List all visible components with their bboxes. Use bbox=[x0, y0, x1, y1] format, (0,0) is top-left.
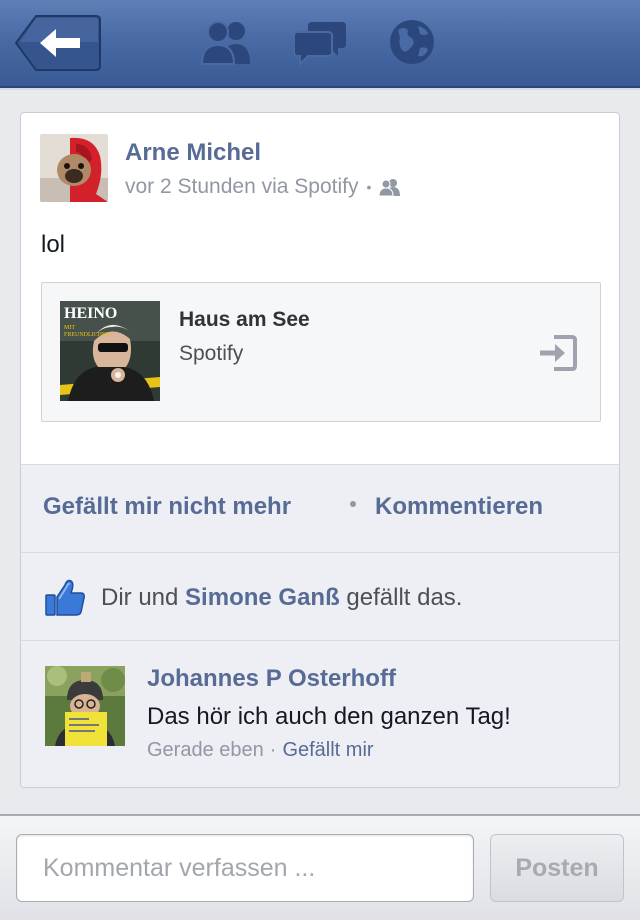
album-art: HEINO MIT FREUNDLICHEN bbox=[60, 301, 160, 401]
comment-like-link[interactable]: Gefällt mir bbox=[282, 739, 373, 761]
likes-text: Dir und Simone Ganß gefällt das. bbox=[101, 584, 462, 612]
attachment-title: Haus am See bbox=[179, 308, 310, 331]
unlike-button[interactable]: Gefällt mir nicht mehr bbox=[43, 493, 291, 521]
action-bar: Gefällt mir nicht mehr Kommentieren bbox=[21, 465, 619, 553]
author-avatar[interactable] bbox=[40, 134, 108, 202]
friends-audience-icon[interactable] bbox=[379, 178, 401, 196]
comment-input[interactable] bbox=[16, 834, 474, 902]
comment-timestamp: Gerade eben bbox=[147, 739, 264, 761]
top-nav-bar bbox=[0, 0, 640, 88]
globe-icon[interactable] bbox=[386, 18, 440, 66]
svg-text:MIT: MIT bbox=[64, 325, 75, 331]
post-button[interactable]: Posten bbox=[490, 834, 624, 902]
comment-button[interactable]: Kommentieren bbox=[375, 493, 543, 521]
comment-meta-separator: · bbox=[269, 739, 277, 761]
post-page: Arne Michel vor 2 Stunden via Spotify • … bbox=[0, 90, 640, 814]
meta-separator: • bbox=[366, 179, 372, 195]
album-art-title: HEINO bbox=[64, 305, 117, 322]
likes-prefix: Dir und bbox=[101, 584, 186, 611]
action-separator bbox=[350, 501, 356, 507]
post-text: lol bbox=[41, 231, 66, 258]
comment-item: Johannes P Osterhoff Das hör ich auch de… bbox=[21, 641, 619, 787]
open-external-icon[interactable] bbox=[538, 333, 578, 373]
commenter-avatar[interactable] bbox=[45, 666, 125, 746]
feedback-section: Gefällt mir nicht mehr Kommentieren Dir … bbox=[21, 464, 619, 787]
likes-summary[interactable]: Dir und Simone Ganß gefällt das. bbox=[21, 553, 619, 641]
back-button[interactable] bbox=[14, 14, 102, 72]
svg-text:FREUNDLICHEN: FREUNDLICHEN bbox=[64, 332, 111, 338]
post-author-name[interactable]: Arne Michel bbox=[125, 139, 261, 167]
commenter-name[interactable]: Johannes P Osterhoff bbox=[147, 665, 396, 693]
attachment-source: Spotify bbox=[179, 342, 244, 365]
comment-text: Das hör ich auch den ganzen Tag! bbox=[147, 703, 511, 730]
comment-composer: Posten bbox=[0, 814, 640, 920]
messages-icon[interactable] bbox=[293, 18, 348, 67]
thumbs-up-icon bbox=[45, 579, 85, 616]
comment-meta: Gerade eben · Gefällt mir bbox=[147, 739, 374, 762]
likes-suffix: gefällt das. bbox=[339, 584, 463, 611]
story-card: Arne Michel vor 2 Stunden via Spotify • … bbox=[20, 112, 620, 788]
post-meta: vor 2 Stunden via Spotify • bbox=[125, 175, 401, 199]
liker-name[interactable]: Simone Ganß bbox=[185, 584, 340, 611]
spotify-attachment[interactable]: HEINO MIT FREUNDLICHEN Haus am See Spoti… bbox=[41, 282, 601, 422]
post-timestamp: vor 2 Stunden via Spotify bbox=[125, 175, 359, 198]
friends-icon[interactable] bbox=[200, 18, 254, 66]
back-arrow-icon bbox=[14, 15, 101, 71]
